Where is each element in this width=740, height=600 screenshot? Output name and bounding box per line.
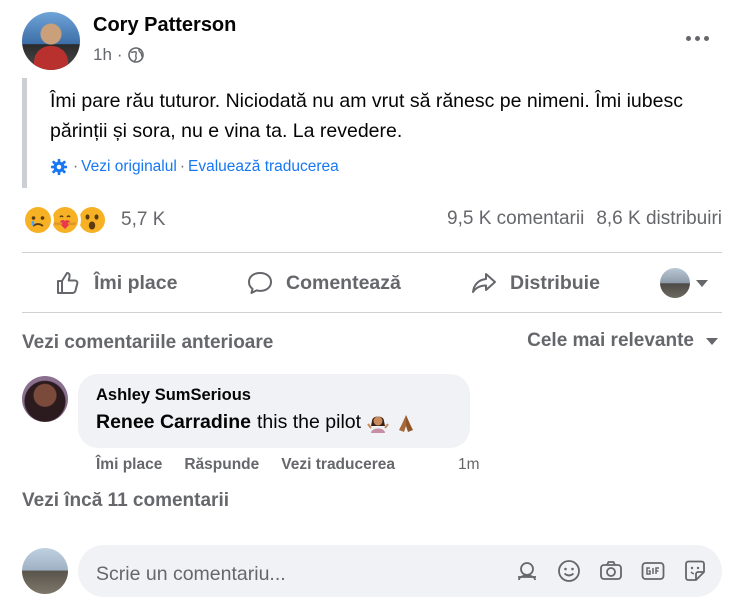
like-button[interactable]: Îmi place [54, 269, 177, 297]
share-arrow-icon [472, 273, 496, 293]
comment-sort-selector[interactable]: Cele mai relevante [527, 330, 718, 352]
post-meta: 1h · [93, 45, 144, 65]
comment-translate-button[interactable]: Vezi traducerea [281, 456, 395, 474]
action-bar: Îmi place Comentează Distribuie [22, 260, 722, 306]
more-options-icon[interactable] [682, 28, 712, 48]
comment-button[interactable]: Comentează [246, 269, 401, 297]
see-original-link[interactable]: Vezi originalul [81, 158, 177, 176]
sort-label: Cele mai relevante [527, 330, 694, 351]
camera-icon[interactable] [598, 558, 624, 584]
author-avatar[interactable] [22, 12, 80, 70]
chevron-down-icon [696, 279, 708, 287]
comment-count[interactable]: 9,5 K comentarii [447, 208, 584, 230]
gear-icon [50, 158, 68, 176]
comment-actions: Îmi place Răspunde Vezi traducerea [96, 456, 395, 474]
tagged-user[interactable]: Renee Carradine [96, 411, 251, 434]
sad-icon [22, 204, 54, 236]
gif-icon[interactable] [640, 558, 666, 584]
emoji-icon[interactable] [556, 558, 582, 584]
translate-separator-1: · [73, 158, 79, 175]
rate-translation-link[interactable]: Evaluează traducerea [188, 158, 339, 176]
commenter-avatar[interactable] [22, 376, 68, 422]
commenter-name[interactable]: Ashley SumSerious [96, 386, 251, 405]
comment-text: Renee Carradine this the pilot [96, 411, 417, 434]
post-time[interactable]: 1h [93, 45, 112, 65]
translation-links: · Vezi originalul · Evaluează traducerea [50, 158, 339, 176]
folded-hands-icon [399, 414, 414, 432]
quote-bar [22, 78, 27, 188]
reaction-summary[interactable]: 5,7 K [22, 204, 165, 236]
divider-bottom [22, 312, 722, 313]
current-user-avatar[interactable] [22, 548, 68, 594]
comment-body: this the pilot [256, 411, 362, 433]
share-label: Distribuie [510, 271, 600, 294]
react-as-selector[interactable] [660, 268, 708, 298]
comment-input-placeholder: Scrie un comentariu... [96, 563, 286, 585]
view-previous-comments[interactable]: Vezi comentariile anterioare [22, 332, 273, 354]
composer-tools [514, 558, 708, 584]
post-stats: 9,5 K comentarii 8,6 K distribuiri [447, 208, 722, 230]
speech-bubble-icon [248, 272, 272, 294]
meta-separator: · [116, 45, 123, 64]
translate-separator-2: · [179, 158, 185, 175]
comment-like-button[interactable]: Îmi place [96, 456, 162, 474]
comment-time[interactable]: 1m [458, 456, 480, 474]
comment-label: Comentează [286, 271, 401, 294]
reaction-count: 5,7 K [121, 209, 166, 230]
globe-icon [127, 47, 144, 63]
profile-avatar-small [660, 268, 690, 298]
view-more-comments[interactable]: Vezi încă 11 comentarii [22, 490, 229, 512]
woman-shrugging-icon [367, 416, 389, 433]
sticker-icon[interactable] [682, 558, 708, 584]
thumbs-up-icon [57, 272, 79, 294]
comment-reply-button[interactable]: Răspunde [184, 456, 259, 474]
share-count[interactable]: 8,6 K distribuiri [596, 208, 722, 230]
author-name[interactable]: Cory Patterson [93, 14, 236, 37]
chevron-down-icon [706, 337, 718, 345]
avatar-sticker-icon[interactable] [514, 558, 540, 584]
divider-top [22, 252, 722, 253]
like-label: Îmi place [94, 271, 178, 294]
post-text: Îmi pare rău tuturor. Niciodată nu am vr… [50, 90, 683, 142]
share-button[interactable]: Distribuie [470, 269, 600, 297]
